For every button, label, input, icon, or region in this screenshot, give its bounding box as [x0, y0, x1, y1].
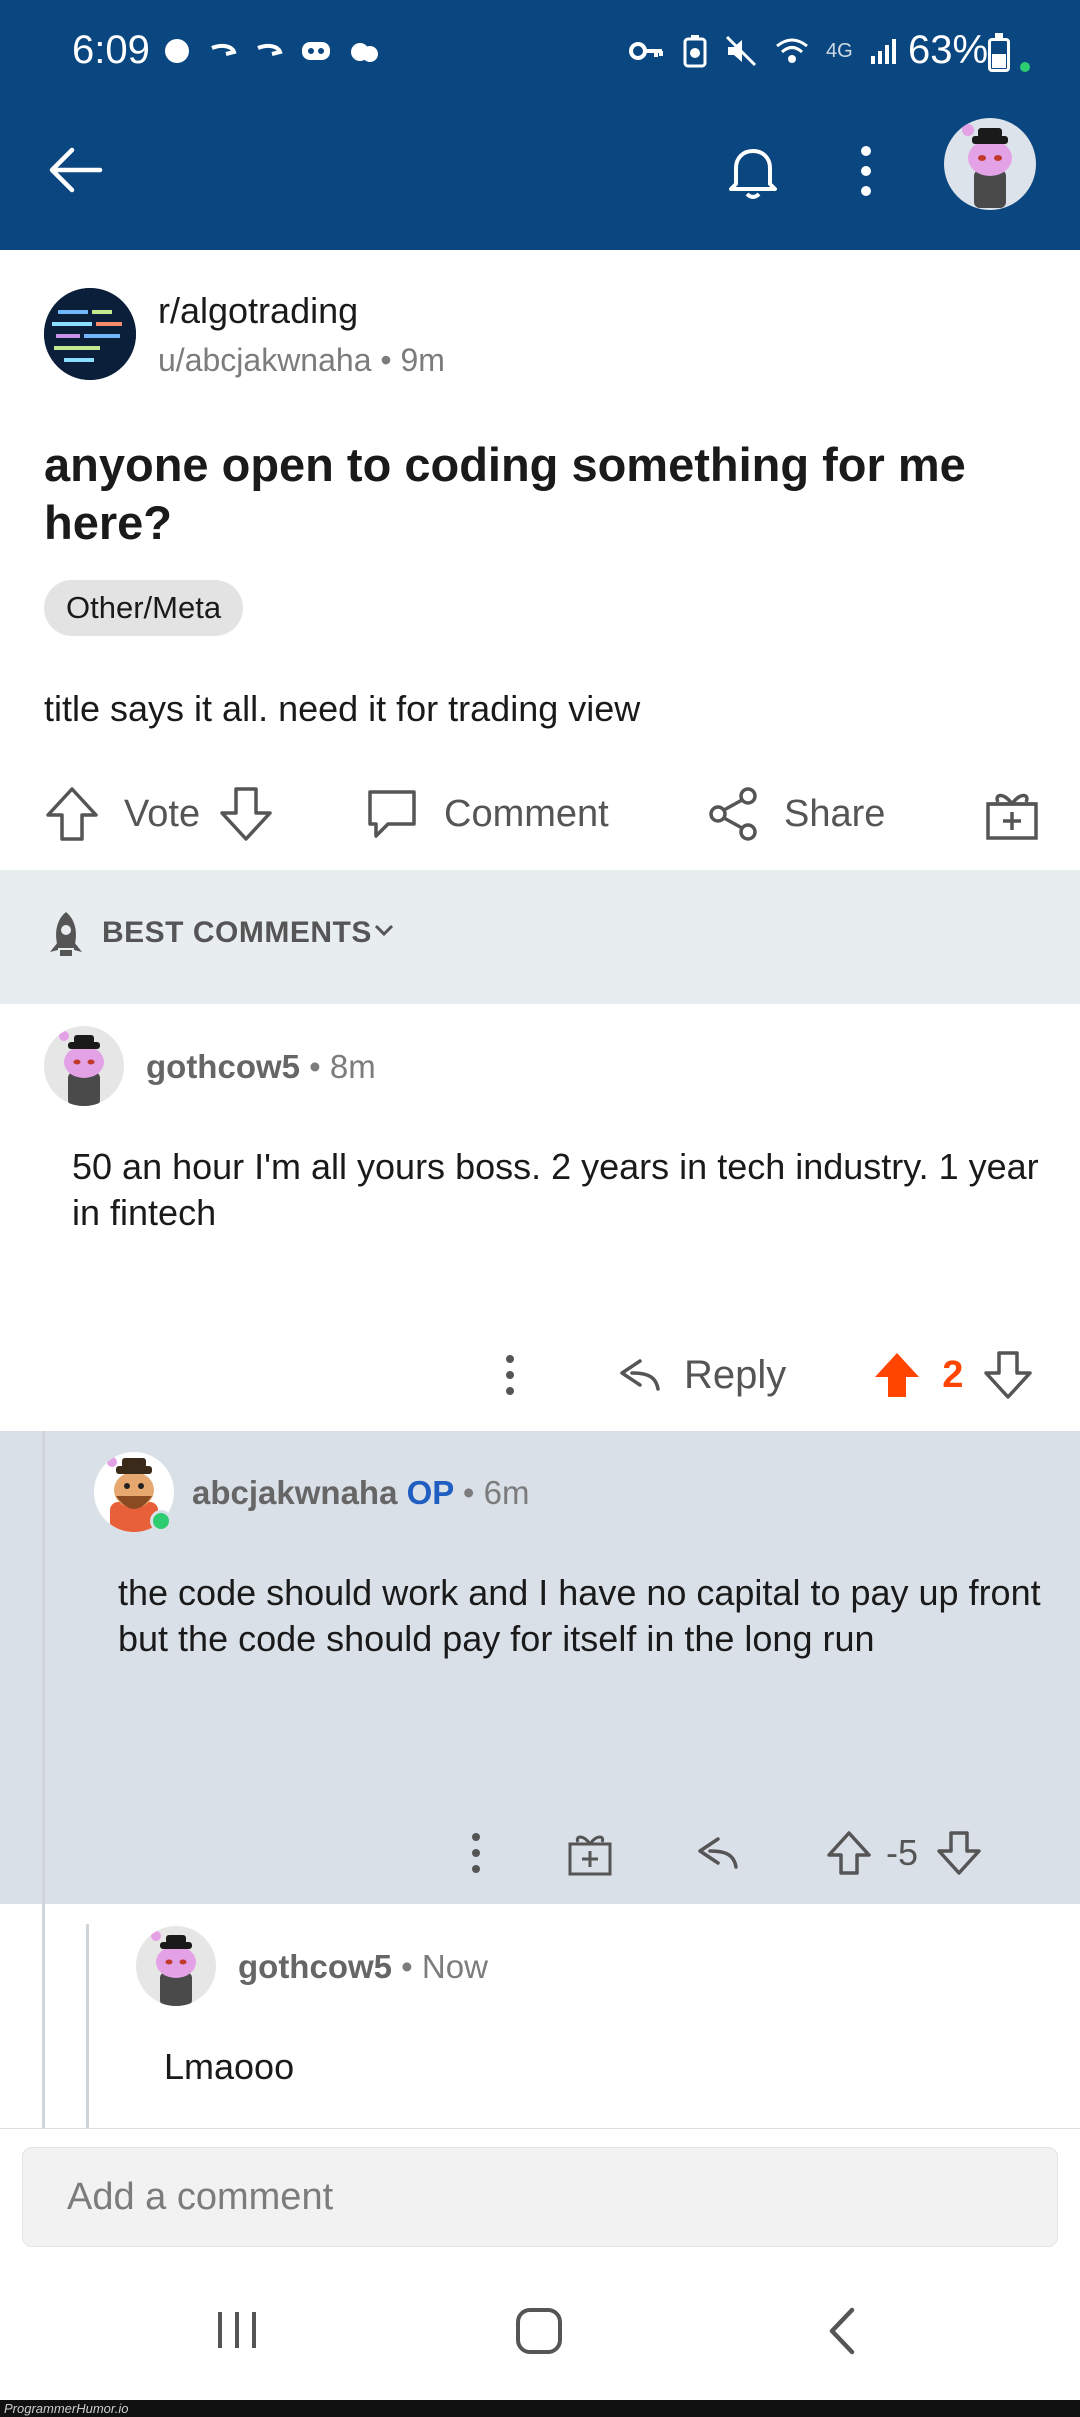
vote-label: Vote: [124, 792, 201, 835]
system-navigation-bar: [0, 2276, 1080, 2400]
signal-icon: [870, 39, 896, 64]
post-flair[interactable]: Other/Meta: [44, 580, 244, 636]
subreddit-avatar[interactable]: [44, 288, 136, 380]
comment-author-avatar[interactable]: [136, 1926, 216, 2006]
upvote-icon[interactable]: [826, 1829, 872, 1877]
user-avatar[interactable]: [944, 118, 1036, 210]
recent-apps-icon[interactable]: [214, 2306, 260, 2354]
downvote-icon[interactable]: [983, 1349, 1033, 1401]
comment-author-name[interactable]: gothcow5: [238, 1948, 392, 1985]
upvote-icon[interactable]: [44, 784, 100, 844]
bell-icon[interactable]: [722, 140, 784, 202]
battery-icon: [988, 33, 1010, 72]
post-author[interactable]: u/abcjakwnaha: [158, 342, 371, 378]
online-status-icon: [150, 1510, 172, 1532]
comment-button[interactable]: Comment: [364, 776, 609, 852]
share-button[interactable]: Share: [706, 776, 885, 852]
thread-line[interactable]: [86, 1924, 89, 2128]
top-app-bar: 6:09 4G 63%: [0, 0, 1080, 250]
post-time: 9m: [400, 342, 445, 378]
reply-button[interactable]: Reply: [616, 1353, 786, 1398]
watermark: ProgrammerHumor.io: [0, 2400, 1080, 2417]
chat-bubble-icon: [165, 39, 189, 63]
mute-icon: [725, 35, 757, 67]
comment-score: -5: [886, 1832, 919, 1873]
op-badge: OP: [406, 1474, 454, 1511]
share-icon: [709, 787, 757, 841]
comment-actions: Reply 2: [490, 1340, 1033, 1410]
active-dot-icon: [1020, 62, 1030, 72]
home-icon[interactable]: [514, 2306, 564, 2356]
system-icons: 4G: [628, 34, 899, 68]
comment-actions: -5: [456, 1822, 982, 1884]
comment-text: 50 an hour I'm all yours boss. 2 years i…: [72, 1146, 1039, 1233]
discord-icon: [302, 42, 330, 60]
arrow-icon: [211, 43, 237, 56]
comment-author-avatar[interactable]: [44, 1026, 124, 1106]
meta-separator: •: [462, 1474, 484, 1511]
comment-time: 6m: [483, 1474, 530, 1511]
comment-author-name[interactable]: abcjakwnaha: [192, 1474, 397, 1511]
reply-arrow-icon[interactable]: [694, 1833, 740, 1873]
comment-time: Now: [421, 1948, 488, 1985]
post-body: title says it all. need it for trading v…: [44, 688, 641, 729]
comment-label: Comment: [444, 792, 609, 835]
comment-score: 2: [942, 1353, 964, 1396]
more-vertical-icon[interactable]: [456, 1828, 496, 1878]
reply-arrow-icon: [620, 1359, 660, 1391]
downvote-icon[interactable]: [936, 1829, 982, 1877]
comment-time: 8m: [329, 1048, 376, 1085]
award-button[interactable]: [984, 776, 1040, 852]
reply-label: Reply: [684, 1352, 787, 1397]
post-meta: u/abcjakwnaha • 9m: [158, 342, 445, 379]
network-type: 4G: [826, 39, 853, 62]
battery-percentage: 63%: [908, 28, 989, 72]
sort-label: BEST COMMENTS: [102, 916, 372, 949]
share-label: Share: [784, 792, 886, 835]
cloud-icon: [351, 43, 378, 62]
comment-text: Lmaooo: [164, 2046, 295, 2087]
comment-text: the code should work and I have no capit…: [118, 1572, 1041, 1659]
rocket-icon: [50, 912, 82, 956]
chevron-down-icon: [374, 924, 394, 937]
meta-separator: •: [309, 1048, 330, 1085]
upvote-active-icon[interactable]: [872, 1349, 922, 1401]
status-time: 6:09: [72, 28, 150, 72]
gift-award-icon[interactable]: [566, 1828, 614, 1878]
comment-author[interactable]: gothcow5 • 8m: [146, 1048, 376, 1086]
add-comment-input[interactable]: Add a comment: [22, 2147, 1058, 2247]
post-title: anyone open to coding something for me h…: [44, 438, 966, 549]
comment-author-name[interactable]: gothcow5: [146, 1048, 300, 1085]
meta-separator: •: [380, 342, 401, 378]
status-bar: 6:09 4G 63%: [0, 0, 1080, 110]
comment-author[interactable]: gothcow5 • Now: [238, 1948, 488, 1986]
arrow-icon: [257, 43, 283, 56]
vote-group: Vote: [44, 776, 274, 852]
downvote-icon[interactable]: [218, 784, 274, 844]
meta-separator: •: [401, 1948, 422, 1985]
key-icon: [629, 42, 663, 60]
battery-saver-icon: [683, 35, 707, 68]
wifi-icon: [776, 38, 808, 63]
notification-icons: [162, 36, 380, 66]
back-arrow-icon[interactable]: [44, 138, 108, 202]
more-vertical-icon[interactable]: [846, 140, 886, 202]
comment-icon: [368, 790, 416, 838]
subreddit-name[interactable]: r/algotrading: [158, 290, 358, 332]
more-vertical-icon[interactable]: [490, 1350, 530, 1400]
thread-line[interactable]: [42, 1431, 45, 2128]
comment-composer-bar: Add a comment: [0, 2128, 1080, 2276]
comment-sort-bar[interactable]: BEST COMMENTS: [0, 870, 1080, 1004]
post-action-row: Vote Comment Share: [0, 776, 1080, 852]
back-icon[interactable]: [824, 2306, 860, 2356]
comment-author[interactable]: abcjakwnaha OP • 6m: [192, 1474, 529, 1512]
gift-award-icon: [986, 793, 1038, 840]
